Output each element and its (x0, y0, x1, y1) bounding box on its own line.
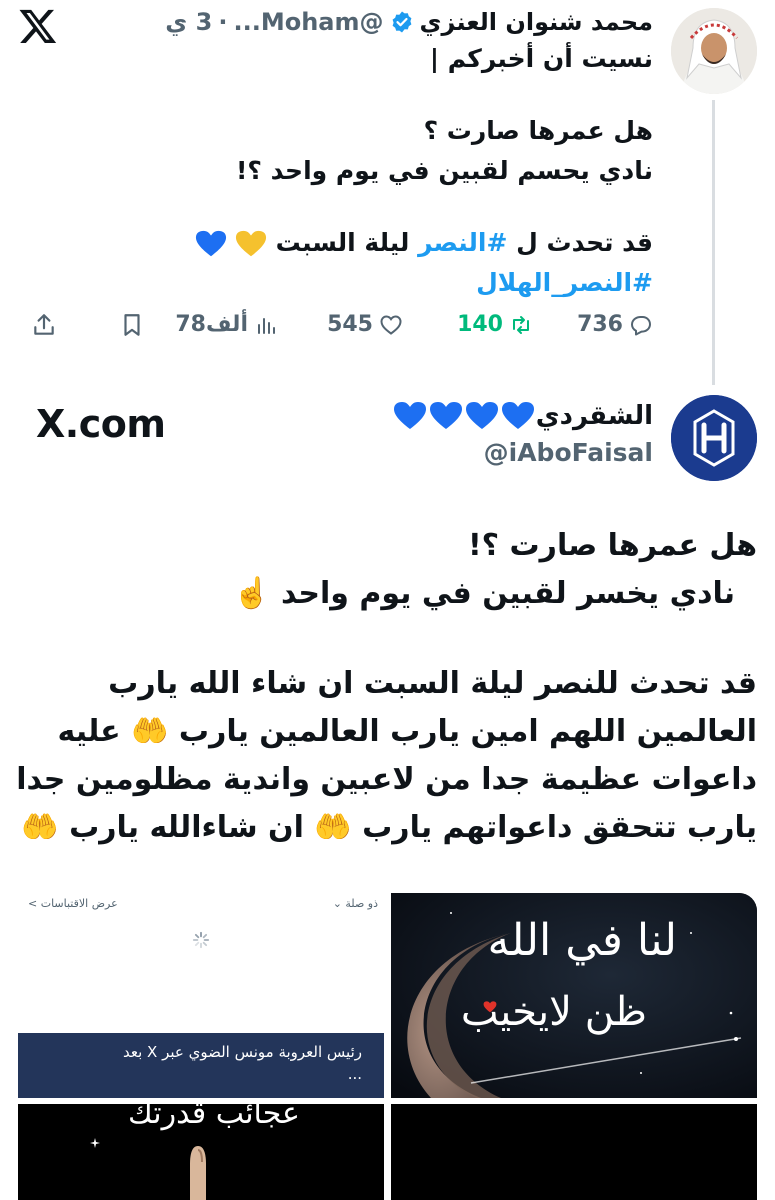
blue-heart-icon (501, 402, 534, 429)
x-logo-icon[interactable] (18, 6, 58, 46)
hand-illustration (190, 1146, 206, 1200)
calligraphy-line1: لنا في الله (487, 915, 677, 966)
like-button[interactable]: 545 (327, 312, 403, 337)
blue-heart-icon (393, 402, 426, 429)
views-button[interactable]: 78ألف (175, 312, 278, 337)
tweet-actions: 736 140 545 78ألف (13, 312, 653, 352)
tweet-text-line: هل عمرها صارت ؟ (423, 116, 653, 145)
media-image[interactable]: لنا في الله ظن لايخيب (391, 893, 757, 1098)
tweet-text-line: داعوات عظيمة جدا من لاعبين واندية مظلومي… (16, 762, 757, 797)
blue-heart-icon (195, 230, 226, 257)
views-count: 78ألف (175, 312, 248, 337)
bookmark-button[interactable] (119, 312, 145, 338)
tweet-text-line: العالمين اللهم امين يارب العالمين يارب 🤲… (57, 714, 758, 749)
loading-spinner-icon (192, 931, 210, 949)
media-image[interactable] (391, 1104, 757, 1200)
views-icon (258, 317, 275, 334)
tweet-header: محمد شنوان العنزي @Moham... · 3 ي (113, 4, 653, 40)
separator-dot: · (218, 8, 228, 36)
like-count: 545 (327, 312, 373, 337)
tweet-text: قد تحدث ل (516, 228, 653, 257)
author-name[interactable]: الشقردي (536, 401, 653, 431)
blue-heart-icon (465, 402, 498, 429)
calligraphy-text: عجائب قدرتك (128, 1104, 300, 1131)
media-image[interactable]: ذو صلة ⌄ عرض الاقتباسات > رئيس العروبة م… (18, 893, 384, 1098)
sparkle-icon (90, 1138, 100, 1148)
heart-icon (380, 314, 402, 335)
share-button[interactable] (31, 312, 57, 338)
news-headline: رئيس العروبة مونس الضوي عبر X بعد (122, 1043, 362, 1061)
yellow-heart-icon (235, 230, 266, 257)
heart-emojis (195, 229, 267, 257)
author-name[interactable]: محمد شنوان العنزي (420, 8, 653, 36)
tweet-text-line: هل عمرها صارت ؟! (468, 528, 757, 563)
share-icon (34, 314, 54, 335)
tweet-time[interactable]: 3 ي (165, 8, 212, 36)
reply-count: 736 (577, 312, 623, 337)
red-heart-icon (483, 1001, 497, 1013)
retweet-icon (513, 315, 529, 334)
view-quotes-label: عرض الاقتباسات > (28, 897, 118, 910)
reply-button[interactable]: 736 (577, 312, 653, 337)
retweet-button[interactable]: 140 (457, 312, 533, 337)
verified-icon (390, 10, 414, 34)
retweet-count: 140 (457, 312, 503, 337)
tweet-text-line: يارب تتحقق داعواتهم يارب 🤲 ان شاءالله يا… (21, 810, 757, 845)
media-image[interactable]: عجائب قدرتك (18, 1104, 384, 1200)
tweet-text-line: نادي يحسم لقبين في يوم واحد ؟! (236, 156, 653, 185)
tweet-text-line: نادي يخسر لقبين في يوم واحد ☝️ (233, 576, 735, 611)
author-handle[interactable]: @iAboFaisal (484, 438, 653, 467)
avatar[interactable] (671, 8, 757, 94)
hashtag-link[interactable]: #النصر (418, 228, 507, 257)
tweet-text-line: نسيت أن أخبركم | (429, 44, 653, 73)
blue-heart-icon (429, 402, 462, 429)
xcom-watermark: X.com (36, 402, 166, 446)
tweet-text-line: قد تحدث ل #النصر ليلة السبت (195, 228, 653, 259)
related-label: ذو صلة ⌄ (332, 897, 378, 910)
avatar[interactable] (671, 395, 757, 481)
reply-icon (631, 315, 651, 335)
bookmark-icon (124, 314, 140, 336)
thread-line (712, 100, 715, 385)
author-name-row: الشقردي (392, 396, 653, 436)
hashtag-link[interactable]: #النصر_الهلال (476, 268, 653, 297)
news-headline-cont: ... (347, 1065, 362, 1083)
tweet-text-line: قد تحدث للنصر ليلة السبت ان شاء الله يار… (108, 666, 757, 701)
news-card-band: رئيس العروبة مونس الضوي عبر X بعد ... (18, 1033, 384, 1098)
author-handle[interactable]: @Moham... (233, 8, 383, 36)
tweet-text: ليلة السبت (275, 228, 410, 257)
